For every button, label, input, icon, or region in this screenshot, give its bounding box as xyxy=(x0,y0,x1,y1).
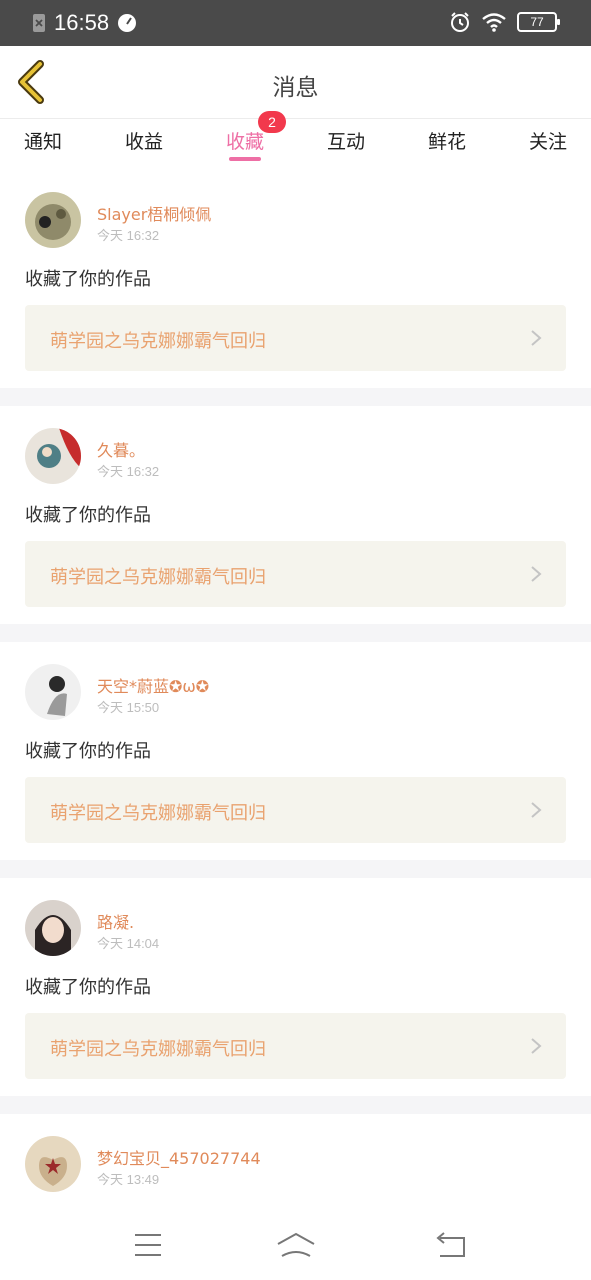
battery-indicator: 77 xyxy=(517,12,560,32)
avatar[interactable] xyxy=(25,428,81,484)
avatar[interactable] xyxy=(25,192,81,248)
list-item: 梦幻宝贝_457027744 今天 13:49 xyxy=(0,1114,591,1210)
wifi-icon xyxy=(482,13,506,32)
action-text: 收藏了你的作品 xyxy=(25,269,151,290)
timestamp: 今天 16:32 xyxy=(97,464,160,479)
avatar[interactable] xyxy=(25,664,81,720)
sim-off-icon xyxy=(33,14,45,32)
tab-bar: 通知 收益 收藏 2 互动 鲜花 关注 xyxy=(0,111,591,169)
work-title: 萌学园之乌克娜娜霸气回归 xyxy=(50,567,266,588)
chevron-right-icon xyxy=(531,330,542,346)
list-item: 久暮。 今天 16:32 收藏了你的作品 萌学园之乌克娜娜霸气回归 xyxy=(0,406,591,624)
tab-notifications[interactable]: 通知 xyxy=(3,127,83,154)
username[interactable]: 路凝. xyxy=(97,909,134,933)
timestamp: 今天 16:32 xyxy=(97,228,160,243)
work-card[interactable]: 萌学园之乌克娜娜霸气回归 xyxy=(25,541,566,607)
work-title: 萌学园之乌克娜娜霸气回归 xyxy=(50,1039,266,1060)
work-card[interactable]: 萌学园之乌克娜娜霸气回归 xyxy=(25,305,566,371)
work-card[interactable]: 萌学园之乌克娜娜霸气回归 xyxy=(25,1013,566,1079)
timestamp: 今天 14:04 xyxy=(97,936,160,951)
message-list: Slayer梧桐倾佩 今天 16:32 收藏了你的作品 萌学园之乌克娜娜霸气回归… xyxy=(0,170,591,1210)
username[interactable]: 天空*蔚蓝✪ω✪ xyxy=(97,673,209,697)
tab-active-indicator xyxy=(229,157,261,161)
home-icon[interactable] xyxy=(276,1230,316,1260)
username[interactable]: Slayer梧桐倾佩 xyxy=(97,201,211,225)
divider xyxy=(0,624,591,642)
status-bar: 16:58 77 xyxy=(0,0,591,46)
divider xyxy=(0,1096,591,1114)
action-text: 收藏了你的作品 xyxy=(25,505,151,526)
timestamp: 今天 15:50 xyxy=(97,700,160,715)
chevron-right-icon xyxy=(531,1038,542,1054)
avatar[interactable] xyxy=(25,900,81,956)
work-card[interactable]: 萌学园之乌克娜娜霸气回归 xyxy=(25,777,566,843)
menu-icon[interactable] xyxy=(128,1230,168,1260)
timestamp: 今天 13:49 xyxy=(97,1172,160,1187)
avatar[interactable] xyxy=(25,1136,81,1192)
tab-flowers[interactable]: 鲜花 xyxy=(407,127,487,154)
action-text: 收藏了你的作品 xyxy=(25,977,151,998)
work-title: 萌学园之乌克娜娜霸气回归 xyxy=(50,331,266,352)
battery-level: 77 xyxy=(530,15,544,29)
tab-follows[interactable]: 关注 xyxy=(508,127,588,154)
status-time: 16:58 xyxy=(54,10,110,35)
work-title: 萌学园之乌克娜娜霸气回归 xyxy=(50,803,266,824)
page-title: 消息 xyxy=(272,75,319,101)
list-item: 路凝. 今天 14:04 收藏了你的作品 萌学园之乌克娜娜霸气回归 xyxy=(0,878,591,1096)
tab-interactions[interactable]: 互动 xyxy=(306,127,386,154)
list-item: Slayer梧桐倾佩 今天 16:32 收藏了你的作品 萌学园之乌克娜娜霸气回归 xyxy=(0,170,591,388)
username[interactable]: 久暮。 xyxy=(97,437,145,461)
speed-icon xyxy=(118,14,137,32)
chevron-right-icon xyxy=(531,802,542,818)
alarm-icon xyxy=(451,12,469,32)
divider xyxy=(0,388,591,406)
divider xyxy=(0,860,591,878)
system-nav-bar xyxy=(0,1210,591,1280)
list-item: 天空*蔚蓝✪ω✪ 今天 15:50 收藏了你的作品 萌学园之乌克娜娜霸气回归 xyxy=(0,642,591,860)
username[interactable]: 梦幻宝贝_457027744 xyxy=(97,1145,261,1169)
back-return-icon[interactable] xyxy=(430,1230,470,1260)
title-bar: 消息 xyxy=(0,46,591,119)
action-text: 收藏了你的作品 xyxy=(25,741,151,762)
tab-earnings[interactable]: 收益 xyxy=(104,127,184,154)
chevron-right-icon xyxy=(531,566,542,582)
favorites-badge: 2 xyxy=(258,111,286,133)
